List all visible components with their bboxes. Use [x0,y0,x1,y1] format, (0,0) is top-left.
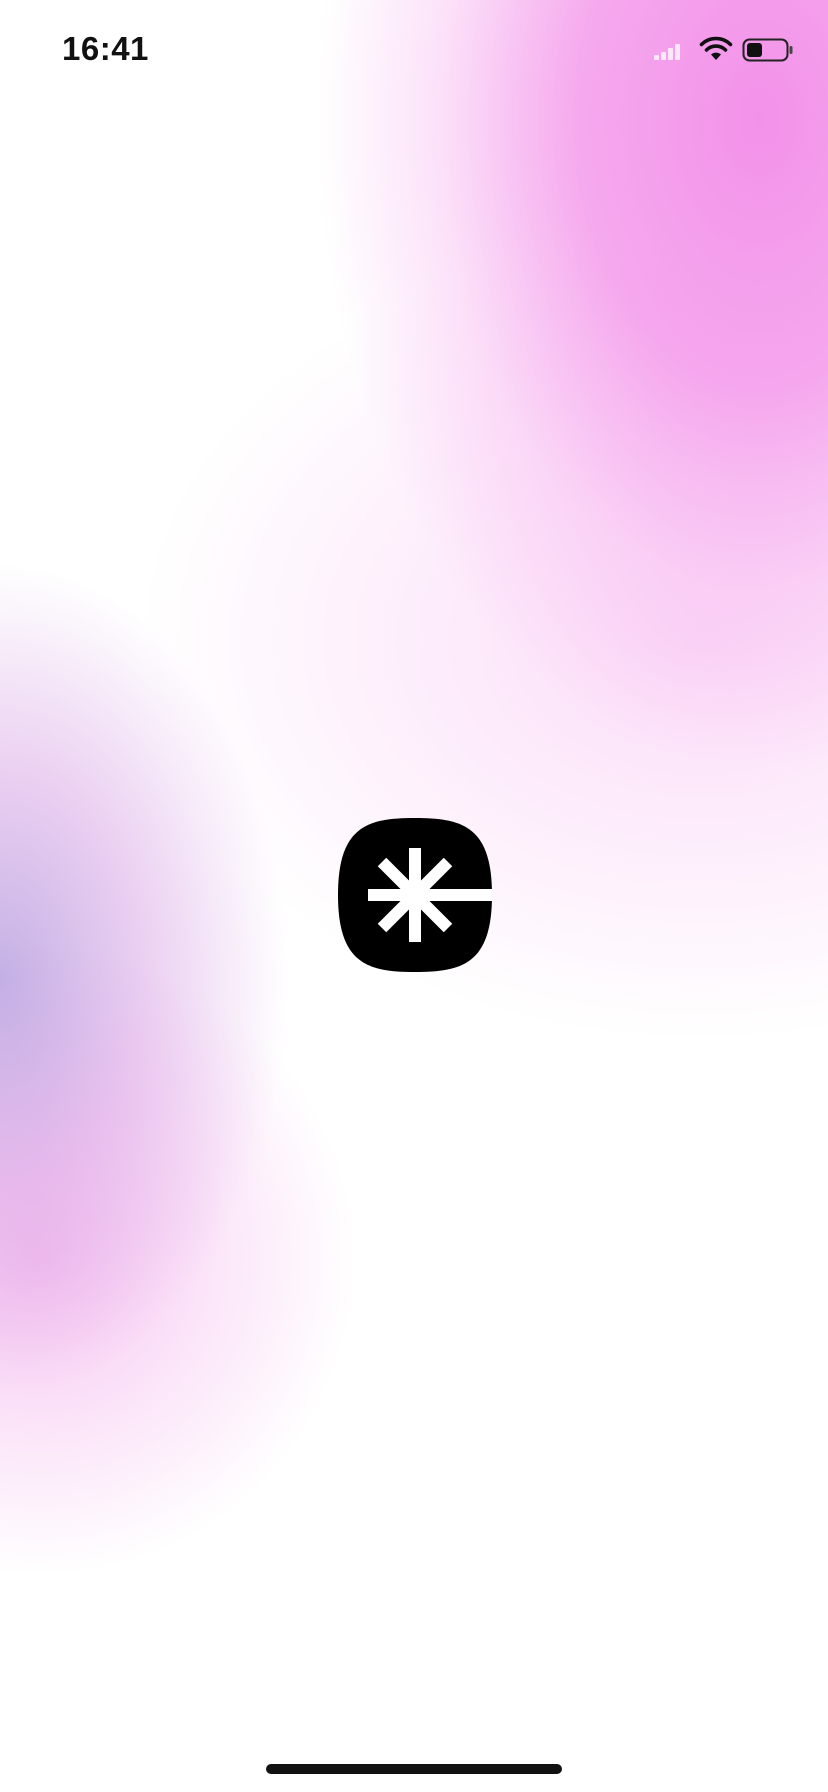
battery-fill [747,43,762,57]
wifi-icon [699,36,733,60]
battery-icon [742,38,793,62]
cellular-signal-icon [654,44,684,60]
splash-screen: 16:41 [0,0,828,1792]
home-indicator[interactable] [266,1764,562,1774]
status-bar: 16:41 [0,0,828,100]
asterisk-app-logo-icon [338,818,492,972]
status-time: 16:41 [62,30,149,67]
